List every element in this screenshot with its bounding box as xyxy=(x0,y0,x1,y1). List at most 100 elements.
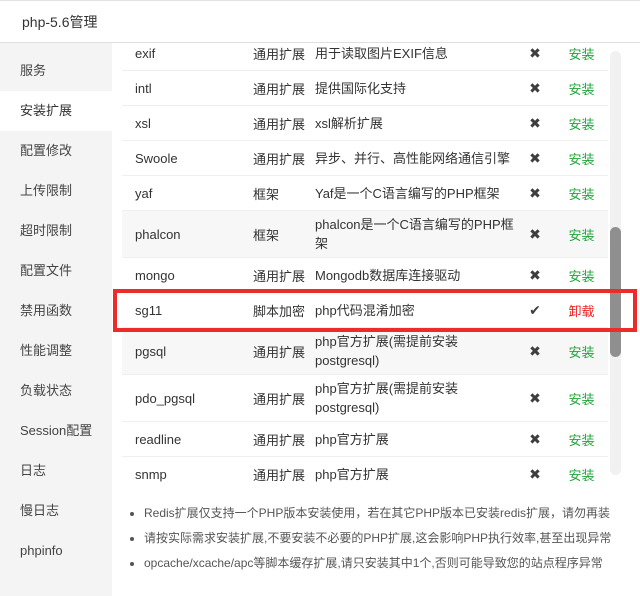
table-row-Swoole: Swoole 通用扩展 异步、并行、高性能网络通信引擎 ✖ 安装 xyxy=(122,141,608,176)
table-row-pdo_pgsql: pdo_pgsql 通用扩展 php官方扩展(需提前安装postgresql) … xyxy=(122,375,608,422)
extension-name: snmp xyxy=(135,467,253,482)
cross-icon: ✖ xyxy=(529,390,541,406)
install-link-Swoole[interactable]: 安装 xyxy=(568,152,594,167)
extension-type: 通用扩展 xyxy=(253,465,315,484)
extension-type: 框架 xyxy=(253,184,315,203)
install-link-exif[interactable]: 安装 xyxy=(568,47,594,62)
cross-icon: ✖ xyxy=(529,343,541,359)
sidebar-item-label: Session配置 xyxy=(20,423,92,438)
sidebar-item-负载状态[interactable]: 负载状态 xyxy=(0,371,112,411)
sidebar-item-配置修改[interactable]: 配置修改 xyxy=(0,131,112,171)
extension-type: 通用扩展 xyxy=(253,149,315,168)
extension-name: mongo xyxy=(135,268,253,283)
sidebar-item-配置文件[interactable]: 配置文件 xyxy=(0,251,112,291)
uninstall-link-sg11[interactable]: 卸载 xyxy=(568,304,594,319)
sidebar-item-label: 负载状态 xyxy=(20,383,72,398)
cross-icon: ✖ xyxy=(529,267,541,283)
install-link-yaf[interactable]: 安装 xyxy=(568,187,594,202)
extension-description: Yaf是一个C语言编写的PHP框架 xyxy=(315,184,515,203)
install-link-readline[interactable]: 安装 xyxy=(568,433,594,448)
extension-type: 脚本加密 xyxy=(253,301,315,320)
extension-type: 通用扩展 xyxy=(253,389,315,408)
sidebar-item-性能调整[interactable]: 性能调整 xyxy=(0,331,112,371)
sidebar-item-日志[interactable]: 日志 xyxy=(0,451,112,491)
table-row-exif: exif 通用扩展 用于读取图片EXIF信息 ✖ 安装 xyxy=(122,43,608,71)
sidebar-item-phpinfo[interactable]: phpinfo xyxy=(0,531,112,571)
notes-section: Redis扩展仅支持一个PHP版本安装使用，若在其它PHP版本已安装redis扩… xyxy=(128,501,632,576)
install-link-phalcon[interactable]: 安装 xyxy=(568,228,594,243)
extension-name: pgsql xyxy=(135,344,253,359)
sidebar-item-label: 上传限制 xyxy=(20,183,72,198)
install-link-pdo_pgsql[interactable]: 安装 xyxy=(568,392,594,407)
sidebar-item-label: 服务 xyxy=(20,63,46,78)
sidebar: 服务 安装扩展 配置修改 上传限制 超时限制 配置文件 禁用函数 性能调整 负载… xyxy=(0,43,112,596)
sidebar-item-label: 超时限制 xyxy=(20,223,72,238)
extension-description: phalcon是一个C语言编写的PHP框架 xyxy=(315,215,515,253)
install-link-pgsql[interactable]: 安装 xyxy=(568,345,594,360)
cross-icon: ✖ xyxy=(529,226,541,242)
table-row-xsl: xsl 通用扩展 xsl解析扩展 ✖ 安装 xyxy=(122,106,608,141)
extension-description: 异步、并行、高性能网络通信引擎 xyxy=(315,149,515,168)
sidebar-item-label: phpinfo xyxy=(20,543,63,558)
sidebar-item-label: 日志 xyxy=(20,463,46,478)
sidebar-item-Session配置[interactable]: Session配置 xyxy=(0,411,112,451)
table-row-yaf: yaf 框架 Yaf是一个C语言编写的PHP框架 ✖ 安装 xyxy=(122,176,608,211)
sidebar-item-label: 慢日志 xyxy=(20,503,59,518)
extension-description: xsl解析扩展 xyxy=(315,114,515,133)
extension-description: php官方扩展(需提前安装postgresql) xyxy=(315,379,515,417)
sidebar-item-label: 配置修改 xyxy=(20,143,72,158)
extension-type: 通用扩展 xyxy=(253,44,315,63)
note-item: 请按实际需求安装扩展,不要安装不必要的PHP扩展,这会影响PHP执行效率,甚至出… xyxy=(144,526,632,551)
scrollbar-track[interactable] xyxy=(610,51,621,475)
extension-type: 通用扩展 xyxy=(253,266,315,285)
extension-description: 提供国际化支持 xyxy=(315,79,515,98)
extension-description: php官方扩展 xyxy=(315,465,515,484)
cross-icon: ✖ xyxy=(529,185,541,201)
sidebar-item-label: 配置文件 xyxy=(20,263,72,278)
install-link-mongo[interactable]: 安装 xyxy=(568,269,594,284)
table-row-snmp: snmp 通用扩展 php官方扩展 ✖ 安装 xyxy=(122,457,608,483)
cross-icon: ✖ xyxy=(529,45,541,61)
table-row-phalcon: phalcon 框架 phalcon是一个C语言编写的PHP框架 ✖ 安装 xyxy=(122,211,608,258)
extension-type: 通用扩展 xyxy=(253,342,315,361)
extension-name: readline xyxy=(135,432,253,447)
extension-type: 框架 xyxy=(253,225,315,244)
extension-name: Swoole xyxy=(135,151,253,166)
note-item: Redis扩展仅支持一个PHP版本安装使用，若在其它PHP版本已安装redis扩… xyxy=(144,501,632,526)
check-icon: ✔ xyxy=(529,302,541,318)
table-row-intl: intl 通用扩展 提供国际化支持 ✖ 安装 xyxy=(122,71,608,106)
extensions-table: exif 通用扩展 用于读取图片EXIF信息 ✖ 安装 intl 通用扩展 提供… xyxy=(122,43,608,483)
extension-description: php代码混淆加密 xyxy=(315,301,515,320)
sidebar-item-label: 安装扩展 xyxy=(20,103,72,118)
extension-name: sg11 xyxy=(135,303,253,318)
extension-name: yaf xyxy=(135,186,253,201)
extension-name: intl xyxy=(135,81,253,96)
sidebar-item-慢日志[interactable]: 慢日志 xyxy=(0,491,112,531)
sidebar-item-label: 禁用函数 xyxy=(20,303,72,318)
table-row-mongo: mongo 通用扩展 Mongodb数据库连接驱动 ✖ 安装 xyxy=(122,258,608,293)
note-item: opcache/xcache/apc等脚本缓存扩展,请只安装其中1个,否则可能导… xyxy=(144,551,632,576)
extension-description: 用于读取图片EXIF信息 xyxy=(315,44,515,63)
sidebar-item-上传限制[interactable]: 上传限制 xyxy=(0,171,112,211)
extension-type: 通用扩展 xyxy=(253,114,315,133)
install-link-snmp[interactable]: 安装 xyxy=(568,468,594,483)
extension-type: 通用扩展 xyxy=(253,79,315,98)
extension-name: pdo_pgsql xyxy=(135,391,253,406)
cross-icon: ✖ xyxy=(529,466,541,482)
extension-name: exif xyxy=(135,46,253,61)
table-row-sg11: sg11 脚本加密 php代码混淆加密 ✔ 卸载 xyxy=(122,293,608,328)
cross-icon: ✖ xyxy=(529,150,541,166)
install-link-xsl[interactable]: 安装 xyxy=(568,117,594,132)
extension-name: phalcon xyxy=(135,227,253,242)
dialog-titlebar: php-5.6管理 xyxy=(0,1,640,43)
content-panel: exif 通用扩展 用于读取图片EXIF信息 ✖ 安装 intl 通用扩展 提供… xyxy=(112,43,640,596)
sidebar-item-超时限制[interactable]: 超时限制 xyxy=(0,211,112,251)
sidebar-item-安装扩展[interactable]: 安装扩展 xyxy=(0,91,112,131)
table-row-pgsql: pgsql 通用扩展 php官方扩展(需提前安装postgresql) ✖ 安装 xyxy=(122,328,608,375)
install-link-intl[interactable]: 安装 xyxy=(568,82,594,97)
table-row-readline: readline 通用扩展 php官方扩展 ✖ 安装 xyxy=(122,422,608,457)
scrollbar-thumb[interactable] xyxy=(610,227,621,357)
cross-icon: ✖ xyxy=(529,80,541,96)
sidebar-item-禁用函数[interactable]: 禁用函数 xyxy=(0,291,112,331)
sidebar-item-服务[interactable]: 服务 xyxy=(0,51,112,91)
